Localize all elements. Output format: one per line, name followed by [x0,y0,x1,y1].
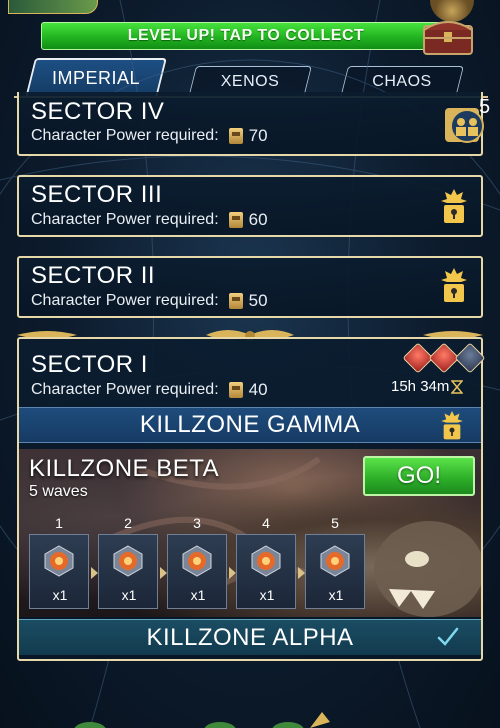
checkmark-icon [437,627,459,646]
sector-rewards[interactable] [402,342,486,374]
go-button[interactable]: GO! [363,456,475,496]
character-power-icon [228,382,243,398]
enemy-emblem-icon [113,545,143,577]
squad-badge-count: 5 [479,96,491,118]
top-left-emblem [8,0,98,14]
wave-number: 2 [124,515,132,531]
wave-item[interactable]: 5 x1 [305,515,365,609]
enemy-emblem-icon [251,545,281,577]
wave-item[interactable]: 1 x1 [29,515,89,609]
killzone-alpha-label: KILLZONE ALPHA [146,623,354,651]
power-requirement-label: Character Power required: [31,211,219,228]
sector-title: SECTOR III [31,181,163,208]
killzone-gamma-label: KILLZONE GAMMA [139,411,361,438]
wave-enemy-count: x1 [190,587,206,603]
wave-item[interactable]: 4 x1 [236,515,296,609]
power-requirement: Character Power required: 60 [31,210,268,230]
wave-card: x1 [167,534,227,609]
power-requirement: Character Power required: 50 [31,291,268,311]
wave-arrow-icon [91,567,98,579]
wave-item[interactable]: 3 x1 [167,515,227,609]
wave-card: x1 [29,534,89,609]
character-power-icon [228,212,243,228]
power-requirement-label: Character Power required: [31,381,219,398]
level-up-collect-button[interactable]: LEVEL UP! TAP TO COLLECT [41,22,451,50]
wave-number: 4 [262,515,270,531]
killzone-beta-wave-count: 5 waves [29,483,88,500]
power-requirement-value: 50 [248,291,268,310]
sector-timer: 15h 34m [391,378,464,395]
power-requirement-value: 40 [248,380,268,399]
wave-card: x1 [98,534,158,609]
lock-icon [441,268,467,302]
sector-title: SECTOR IV [31,98,165,125]
character-power-icon [228,128,243,144]
enemy-emblem-icon [44,545,74,577]
killzone-alpha-bar[interactable]: KILLZONE ALPHA [19,619,481,655]
sector-ii-card[interactable]: SECTOR II Character Power required: 50 [17,256,483,318]
character-power-icon [228,293,243,309]
power-requirement: Character Power required: 70 [31,126,268,146]
sector-title: SECTOR I [31,351,148,378]
wave-enemy-count: x1 [52,587,68,603]
wave-number: 5 [331,515,339,531]
wave-arrow-icon [229,567,236,579]
sector-title: SECTOR II [31,262,156,289]
enemy-emblem-icon [182,545,212,577]
power-requirement-value: 70 [248,126,268,145]
wave-arrow-icon [298,567,305,579]
reward-chest-icon[interactable] [420,14,476,56]
sector-i-card: SECTOR I Character Power required: 40 15… [17,337,486,661]
power-requirement-label: Character Power required: [31,127,219,144]
enemy-emblem-icon [320,545,350,577]
wave-number: 1 [55,515,63,531]
power-requirement-value: 60 [248,210,268,229]
wave-enemy-count: x1 [259,587,275,603]
killzone-beta-panel: KILLZONE BETA 5 waves GO! 1 x1 2 x1 3 x1… [19,449,481,617]
wave-card: x1 [305,534,365,609]
killzone-beta-title: KILLZONE BETA [29,455,220,482]
lock-icon [441,411,463,440]
timer-value: 15h 34m [391,378,450,395]
wave-card: x1 [236,534,296,609]
wave-arrow-icon [160,567,167,579]
wave-item[interactable]: 2 x1 [98,515,158,609]
wave-enemy-count: x1 [328,587,344,603]
wave-enemy-count: x1 [121,587,137,603]
power-requirement-label: Character Power required: [31,292,219,309]
wave-list: 1 x1 2 x1 3 x1 4 x1 5 x1 [29,515,365,609]
bottom-nav-partial-icons [74,712,330,728]
power-requirement: Character Power required: 40 [31,380,268,400]
reward-gem-icon [454,342,486,374]
killzone-gamma-bar[interactable]: KILLZONE GAMMA [19,407,481,443]
sector-iv-card[interactable]: SECTOR IV Character Power required: 70 5 [17,92,490,156]
sector-iii-card[interactable]: SECTOR III Character Power required: 60 [17,175,483,237]
wave-number: 3 [193,515,201,531]
lock-icon [441,189,467,223]
hourglass-icon [451,379,464,394]
